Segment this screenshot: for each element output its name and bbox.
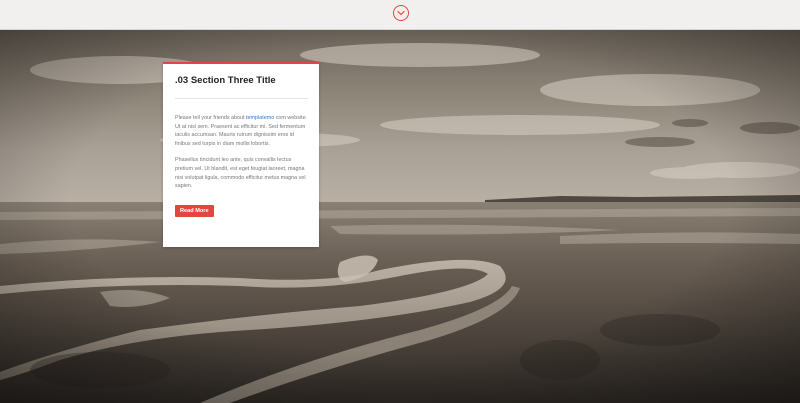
card-divider bbox=[175, 98, 308, 99]
paragraph-text: Please tell your friends about bbox=[175, 115, 247, 121]
read-more-button[interactable]: Read More bbox=[175, 204, 214, 217]
background-landscape-image bbox=[0, 30, 800, 403]
scroll-down-button[interactable] bbox=[393, 5, 409, 21]
section-title: .03 Section Three Title bbox=[175, 75, 276, 86]
chevron-down-icon bbox=[397, 10, 405, 16]
page: .03 Section Three Title Please tell your… bbox=[0, 0, 800, 403]
section-card: .03 Section Three Title Please tell your… bbox=[163, 62, 319, 247]
section-paragraph-1: Please tell your friends about templatem… bbox=[175, 114, 308, 148]
section-paragraph-2: Phasellus tincidunt leo ante, quis conva… bbox=[175, 157, 306, 190]
templatemo-link[interactable]: templatemo bbox=[246, 115, 274, 121]
top-bar bbox=[0, 0, 800, 30]
